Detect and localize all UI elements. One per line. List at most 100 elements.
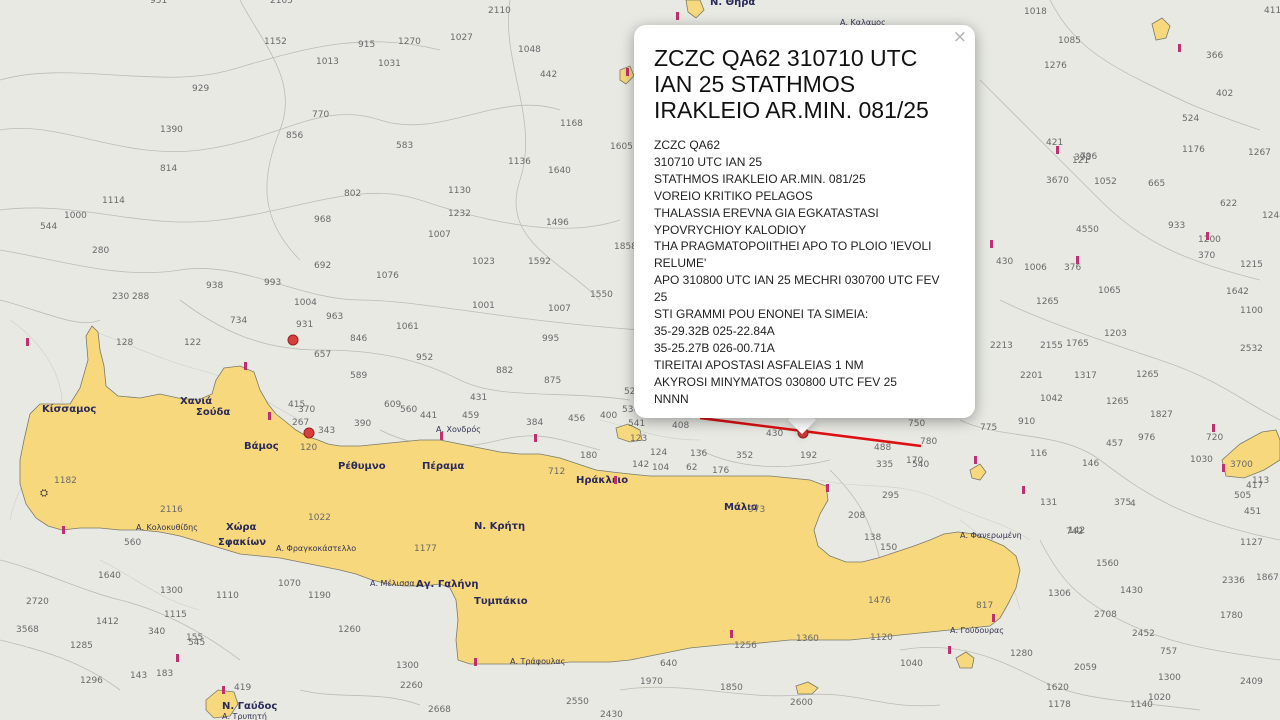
lighthouse-icon [626,68,629,76]
popup-line: ZCZC QA62 [654,138,721,152]
popup-line: 35-29.32B 025-22.84A [654,323,775,338]
depth-sounding: 1592 [528,257,551,267]
depth-sounding: 1031 [378,59,401,69]
depth-sounding: 1048 [518,45,541,55]
depth-sounding: 2708 [1094,610,1117,620]
depth-sounding: 524 [1182,114,1199,124]
depth-sounding: 1176 [1182,145,1205,155]
depth-sounding: 814 [160,164,177,174]
depth-sounding: 1265 [1036,297,1059,307]
depth-sounding: 1152 [264,37,287,47]
depth-sounding: 882 [496,366,513,376]
depth-sounding: 1306 [1048,589,1071,599]
depth-sounding: 1022 [308,513,331,523]
depth-sounding: 875 [544,376,561,386]
depth-sounding: 1640 [548,166,571,176]
depth-sounding: 2201 [1020,371,1043,381]
depth-sounding: 622 [1220,199,1237,209]
depth-sounding: 335 [876,460,893,470]
place-label-melissa: Α. Μέλισσα [370,578,415,588]
depth-sounding: 1317 [1074,371,1097,381]
depth-sounding: 3700 [1230,460,1253,470]
depth-sounding: 1560 [1096,559,1119,569]
lighthouse-icon [1212,424,1215,432]
depth-sounding: 560 [400,405,417,415]
depth-sounding: 2452 [1132,629,1155,639]
depth-sounding: 122 [184,338,201,348]
depth-sounding: 973 [748,505,765,515]
depth-sounding: 430 [996,257,1013,267]
notice-marker[interactable] [287,334,299,346]
depth-sounding: 402 [1216,89,1233,99]
depth-sounding: 136 [690,449,707,459]
popup-line: AKYROSI MINYMATOS 030800 UTC FEV 25 [654,374,897,389]
depth-sounding: 4550 [1076,225,1099,235]
depth-sounding: 1065 [1098,286,1121,296]
lighthouse-icon [990,240,993,248]
depth-sounding: 123 [630,434,647,444]
popup-line: 310710 UTC IAN 25 [654,154,763,169]
depth-sounding: 1114 [102,196,125,206]
depth-sounding: 1007 [548,304,571,314]
place-label-souda: Σούδα [196,406,230,418]
depth-sounding: 856 [286,131,303,141]
depth-sounding: 430 [766,429,783,439]
depth-sounding: 712 [548,467,565,477]
depth-sounding: 2409 [1240,677,1263,687]
depth-sounding: 421 [1046,138,1063,148]
place-label-kissamos: Κίσσαμος [42,403,96,415]
depth-sounding: 1023 [472,257,495,267]
lighthouse-icon [1076,256,1079,264]
popup-line: RELUME' [654,256,707,271]
depth-sounding: 1001 [472,301,495,311]
lighthouse-icon [268,412,271,420]
notice-marker[interactable] [303,427,315,439]
depth-sounding: 1042 [1040,394,1063,404]
depth-sounding: 1076 [376,271,399,281]
depth-sounding: 457 [1106,439,1123,449]
place-label-chora: Χώρα [226,521,257,533]
depth-sounding: 2532 [1240,344,1263,354]
depth-sounding: 720 [1206,433,1223,443]
depth-sounding: 2260 [400,681,423,691]
depth-sounding: 340 [148,627,165,637]
depth-sounding: 1177 [414,544,437,554]
depth-sounding: 2105 [270,0,293,6]
depth-sounding: 280 [92,246,109,256]
popup-line: STATHMOS IRAKLEIO AR.MIN. 081/25 [654,171,866,186]
depth-sounding: 459 [462,411,479,421]
depth-sounding: 505 [1234,491,1251,501]
depth-sounding: 734 [230,316,247,326]
place-label-tympaki: Τυμπάκιο [474,595,528,607]
depth-sounding: 2155 [1040,341,1063,351]
depth-sounding: 170 [906,456,923,466]
depth-sounding: 1020 [1148,693,1171,703]
close-icon[interactable]: × [953,27,967,47]
depth-sounding: 1867 [1256,573,1279,583]
depth-sounding: 419 [234,683,251,693]
popup-line: YPOVRYCHIOY KALODIOY [654,222,807,237]
depth-sounding: 451 [1244,507,1261,517]
depth-sounding: 142 [632,460,649,470]
depth-sounding: 1040 [900,659,923,669]
depth-sounding: 1285 [70,641,93,651]
lighthouse-icon [992,614,995,622]
depth-sounding: 2213 [990,341,1013,351]
depth-sounding: 968 [314,215,331,225]
depth-sounding: 150 [880,543,897,553]
lighthouse-icon [244,362,247,370]
depth-sounding: 995 [542,334,559,344]
depth-sounding: 267 [292,418,309,428]
depth-sounding: 993 [264,278,281,288]
depth-sounding: 1007 [428,230,451,240]
depth-sounding: 366 [1206,51,1223,61]
lighthouse-icon [1178,44,1181,52]
depth-sounding: 2550 [566,697,589,707]
depth-sounding: 963 [326,312,343,322]
depth-sounding: 1232 [448,209,471,219]
depth-sounding: 583 [396,141,413,151]
depth-sounding: 1070 [278,579,301,589]
depth-sounding: 1265 [1106,397,1129,407]
depth-sounding: 431 [470,393,487,403]
place-label-goudouras: Α. Γούδουρας [950,625,1004,635]
